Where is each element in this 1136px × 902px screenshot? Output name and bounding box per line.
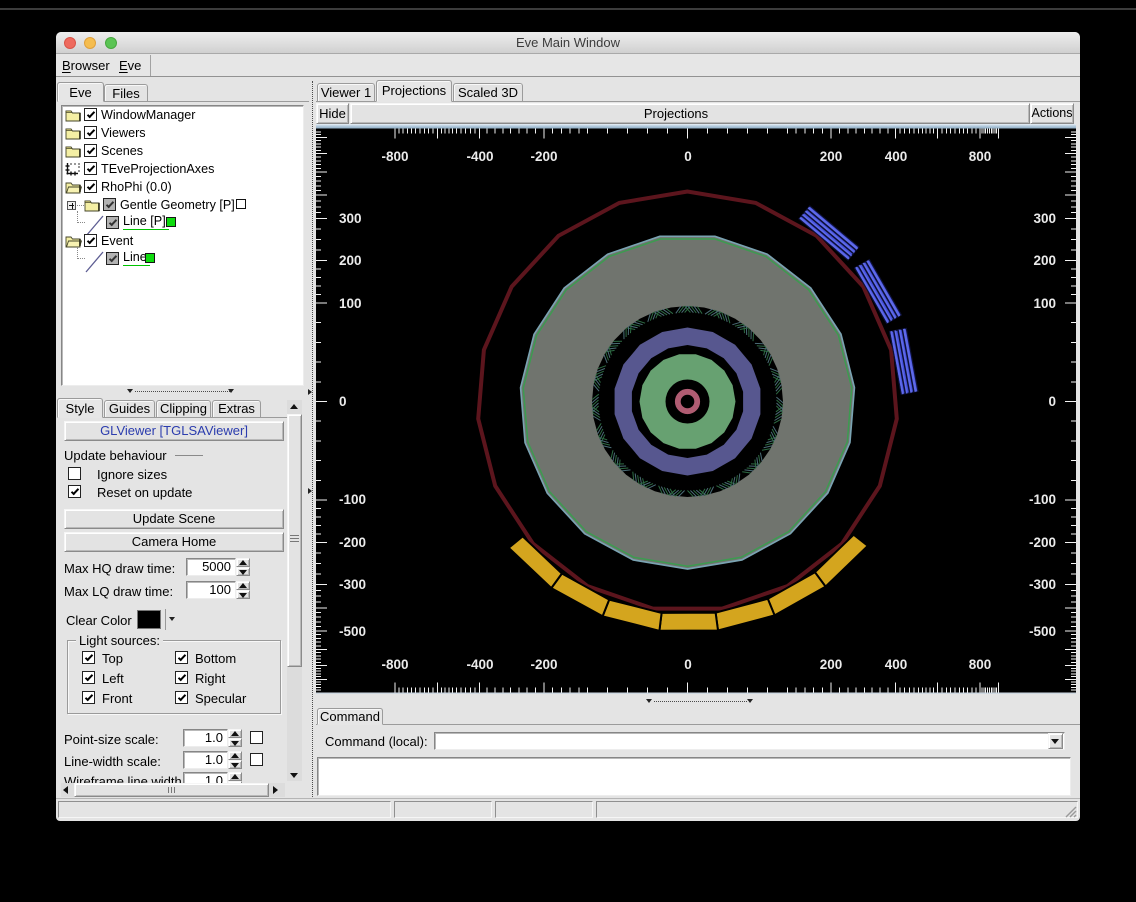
svg-text:-300: -300 — [339, 577, 366, 592]
svg-text:400: 400 — [885, 657, 908, 672]
svg-text:-500: -500 — [1029, 624, 1056, 639]
svg-text:-800: -800 — [381, 657, 408, 672]
svg-text:800: 800 — [969, 149, 992, 164]
svg-text:200: 200 — [339, 253, 362, 268]
svg-text:-300: -300 — [1029, 577, 1056, 592]
svg-text:200: 200 — [820, 149, 843, 164]
svg-text:-400: -400 — [466, 149, 493, 164]
svg-text:0: 0 — [339, 394, 347, 409]
svg-text:-400: -400 — [466, 657, 493, 672]
svg-text:-200: -200 — [530, 149, 557, 164]
svg-text:800: 800 — [969, 657, 992, 672]
svg-text:-500: -500 — [339, 624, 366, 639]
svg-text:100: 100 — [1033, 296, 1056, 311]
svg-text:0: 0 — [1048, 394, 1056, 409]
svg-text:100: 100 — [339, 296, 362, 311]
svg-text:400: 400 — [885, 149, 908, 164]
svg-text:0: 0 — [684, 657, 692, 672]
svg-text:-800: -800 — [381, 149, 408, 164]
svg-text:-200: -200 — [339, 535, 366, 550]
svg-text:300: 300 — [1033, 211, 1056, 226]
svg-text:200: 200 — [820, 657, 843, 672]
svg-text:-100: -100 — [339, 492, 366, 507]
svg-text:-200: -200 — [1029, 535, 1056, 550]
svg-text:-100: -100 — [1029, 492, 1056, 507]
svg-text:300: 300 — [339, 211, 362, 226]
svg-text:200: 200 — [1033, 253, 1056, 268]
svg-text:0: 0 — [684, 149, 692, 164]
svg-text:-200: -200 — [530, 657, 557, 672]
